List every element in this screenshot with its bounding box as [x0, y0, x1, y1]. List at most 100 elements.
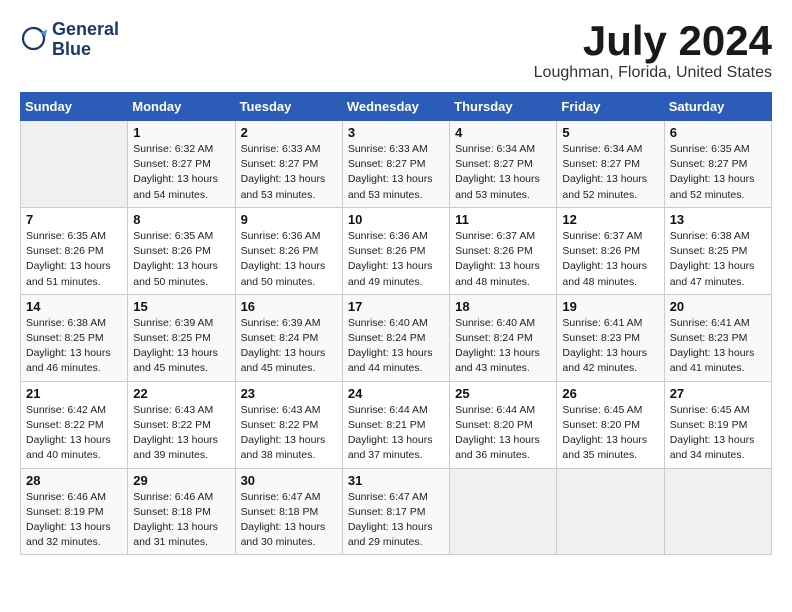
- month-title: July 2024: [534, 20, 772, 62]
- day-info: Sunrise: 6:45 AMSunset: 8:19 PMDaylight:…: [670, 403, 766, 464]
- weekday-header: Thursday: [450, 93, 557, 121]
- day-number: 31: [348, 473, 444, 488]
- day-number: 18: [455, 299, 551, 314]
- day-info: Sunrise: 6:44 AMSunset: 8:20 PMDaylight:…: [455, 403, 551, 464]
- day-info: Sunrise: 6:41 AMSunset: 8:23 PMDaylight:…: [562, 316, 658, 377]
- calendar-cell: 10 Sunrise: 6:36 AMSunset: 8:26 PMDayligh…: [342, 207, 449, 294]
- day-info: Sunrise: 6:45 AMSunset: 8:20 PMDaylight:…: [562, 403, 658, 464]
- day-info: Sunrise: 6:47 AMSunset: 8:17 PMDaylight:…: [348, 490, 444, 551]
- day-info: Sunrise: 6:38 AMSunset: 8:25 PMDaylight:…: [26, 316, 122, 377]
- calendar-cell: 25 Sunrise: 6:44 AMSunset: 8:20 PMDayligh…: [450, 381, 557, 468]
- calendar-cell: 17Sunrise: 6:40 AMSunset: 8:24 PMDayligh…: [342, 294, 449, 381]
- calendar-cell: 19Sunrise: 6:41 AMSunset: 8:23 PMDayligh…: [557, 294, 664, 381]
- weekday-header: Tuesday: [235, 93, 342, 121]
- calendar-cell: 3 Sunrise: 6:33 AMSunset: 8:27 PMDaylight…: [342, 121, 449, 208]
- day-number: 5: [562, 125, 658, 140]
- calendar-cell: 24 Sunrise: 6:44 AMSunset: 8:21 PMDayligh…: [342, 381, 449, 468]
- day-info: Sunrise: 6:34 AMSunset: 8:27 PMDaylight:…: [562, 142, 658, 203]
- calendar-cell: 8 Sunrise: 6:35 AMSunset: 8:26 PMDaylight…: [128, 207, 235, 294]
- day-info: Sunrise: 6:42 AMSunset: 8:22 PMDaylight:…: [26, 403, 122, 464]
- calendar-cell: 30Sunrise: 6:47 AMSunset: 8:18 PMDayligh…: [235, 468, 342, 555]
- calendar-cell: 18 Sunrise: 6:40 AMSunset: 8:24 PMDayligh…: [450, 294, 557, 381]
- calendar-cell: 16Sunrise: 6:39 AMSunset: 8:24 PMDayligh…: [235, 294, 342, 381]
- day-number: 14: [26, 299, 122, 314]
- calendar-cell: 26 Sunrise: 6:45 AMSunset: 8:20 PMDayligh…: [557, 381, 664, 468]
- day-info: Sunrise: 6:39 AMSunset: 8:25 PMDaylight:…: [133, 316, 229, 377]
- day-number: 13: [670, 212, 766, 227]
- day-info: Sunrise: 6:44 AMSunset: 8:21 PMDaylight:…: [348, 403, 444, 464]
- day-info: Sunrise: 6:41 AMSunset: 8:23 PMDaylight:…: [670, 316, 766, 377]
- calendar-cell: 21Sunrise: 6:42 AMSunset: 8:22 PMDayligh…: [21, 381, 128, 468]
- day-number: 9: [241, 212, 337, 227]
- calendar-cell: [21, 121, 128, 208]
- day-info: Sunrise: 6:36 AMSunset: 8:26 PMDaylight:…: [241, 229, 337, 290]
- calendar-week-row: 14 Sunrise: 6:38 AMSunset: 8:25 PMDayligh…: [21, 294, 772, 381]
- calendar-cell: 13 Sunrise: 6:38 AMSunset: 8:25 PMDayligh…: [664, 207, 771, 294]
- weekday-header: Monday: [128, 93, 235, 121]
- calendar-cell: 20 Sunrise: 6:41 AMSunset: 8:23 PMDayligh…: [664, 294, 771, 381]
- weekday-header: Saturday: [664, 93, 771, 121]
- day-number: 28: [26, 473, 122, 488]
- day-number: 3: [348, 125, 444, 140]
- day-info: Sunrise: 6:37 AMSunset: 8:26 PMDaylight:…: [562, 229, 658, 290]
- calendar-table: SundayMondayTuesdayWednesdayThursdayFrid…: [20, 92, 772, 555]
- day-info: Sunrise: 6:33 AMSunset: 8:27 PMDaylight:…: [241, 142, 337, 203]
- day-info: Sunrise: 6:47 AMSunset: 8:18 PMDaylight:…: [241, 490, 337, 551]
- day-number: 11: [455, 212, 551, 227]
- calendar-cell: 22Sunrise: 6:43 AMSunset: 8:22 PMDayligh…: [128, 381, 235, 468]
- calendar-cell: [450, 468, 557, 555]
- calendar-cell: 1 Sunrise: 6:32 AMSunset: 8:27 PMDaylight…: [128, 121, 235, 208]
- day-info: Sunrise: 6:34 AMSunset: 8:27 PMDaylight:…: [455, 142, 551, 203]
- day-number: 8: [133, 212, 229, 227]
- calendar-cell: 23Sunrise: 6:43 AMSunset: 8:22 PMDayligh…: [235, 381, 342, 468]
- day-number: 25: [455, 386, 551, 401]
- calendar-cell: 15Sunrise: 6:39 AMSunset: 8:25 PMDayligh…: [128, 294, 235, 381]
- logo-icon: [20, 25, 50, 55]
- day-number: 2: [241, 125, 337, 140]
- day-info: Sunrise: 6:35 AMSunset: 8:27 PMDaylight:…: [670, 142, 766, 203]
- calendar-cell: 5 Sunrise: 6:34 AMSunset: 8:27 PMDaylight…: [557, 121, 664, 208]
- calendar-week-row: 28 Sunrise: 6:46 AMSunset: 8:19 PMDayligh…: [21, 468, 772, 555]
- weekday-header: Friday: [557, 93, 664, 121]
- logo-line2: Blue: [52, 40, 119, 60]
- calendar-cell: 11 Sunrise: 6:37 AMSunset: 8:26 PMDayligh…: [450, 207, 557, 294]
- day-info: Sunrise: 6:37 AMSunset: 8:26 PMDaylight:…: [455, 229, 551, 290]
- day-number: 1: [133, 125, 229, 140]
- day-info: Sunrise: 6:46 AMSunset: 8:19 PMDaylight:…: [26, 490, 122, 551]
- day-info: Sunrise: 6:35 AMSunset: 8:26 PMDaylight:…: [133, 229, 229, 290]
- calendar-cell: 27 Sunrise: 6:45 AMSunset: 8:19 PMDayligh…: [664, 381, 771, 468]
- calendar-week-row: 7 Sunrise: 6:35 AMSunset: 8:26 PMDaylight…: [21, 207, 772, 294]
- day-number: 6: [670, 125, 766, 140]
- weekday-header: Wednesday: [342, 93, 449, 121]
- day-number: 27: [670, 386, 766, 401]
- day-number: 10: [348, 212, 444, 227]
- logo-text: General Blue: [52, 20, 119, 60]
- calendar-week-row: 21Sunrise: 6:42 AMSunset: 8:22 PMDayligh…: [21, 381, 772, 468]
- day-number: 7: [26, 212, 122, 227]
- day-number: 12: [562, 212, 658, 227]
- day-number: 4: [455, 125, 551, 140]
- day-info: Sunrise: 6:33 AMSunset: 8:27 PMDaylight:…: [348, 142, 444, 203]
- day-number: 24: [348, 386, 444, 401]
- logo: General Blue: [20, 20, 119, 60]
- day-info: Sunrise: 6:38 AMSunset: 8:25 PMDaylight:…: [670, 229, 766, 290]
- calendar-cell: 2 Sunrise: 6:33 AMSunset: 8:27 PMDaylight…: [235, 121, 342, 208]
- calendar-cell: 7Sunrise: 6:35 AMSunset: 8:26 PMDaylight…: [21, 207, 128, 294]
- calendar-cell: [664, 468, 771, 555]
- day-number: 29: [133, 473, 229, 488]
- day-number: 20: [670, 299, 766, 314]
- calendar-week-row: 1 Sunrise: 6:32 AMSunset: 8:27 PMDaylight…: [21, 121, 772, 208]
- day-info: Sunrise: 6:40 AMSunset: 8:24 PMDaylight:…: [455, 316, 551, 377]
- weekday-header-row: SundayMondayTuesdayWednesdayThursdayFrid…: [21, 93, 772, 121]
- location: Loughman, Florida, United States: [534, 64, 772, 82]
- title-area: July 2024 Loughman, Florida, United Stat…: [534, 20, 772, 82]
- day-info: Sunrise: 6:36 AMSunset: 8:26 PMDaylight:…: [348, 229, 444, 290]
- calendar-cell: 4 Sunrise: 6:34 AMSunset: 8:27 PMDaylight…: [450, 121, 557, 208]
- day-number: 26: [562, 386, 658, 401]
- calendar-cell: 31 Sunrise: 6:47 AMSunset: 8:17 PMDayligh…: [342, 468, 449, 555]
- day-info: Sunrise: 6:32 AMSunset: 8:27 PMDaylight:…: [133, 142, 229, 203]
- day-info: Sunrise: 6:43 AMSunset: 8:22 PMDaylight:…: [133, 403, 229, 464]
- day-info: Sunrise: 6:40 AMSunset: 8:24 PMDaylight:…: [348, 316, 444, 377]
- day-number: 23: [241, 386, 337, 401]
- header: General Blue July 2024 Loughman, Florida…: [20, 20, 772, 82]
